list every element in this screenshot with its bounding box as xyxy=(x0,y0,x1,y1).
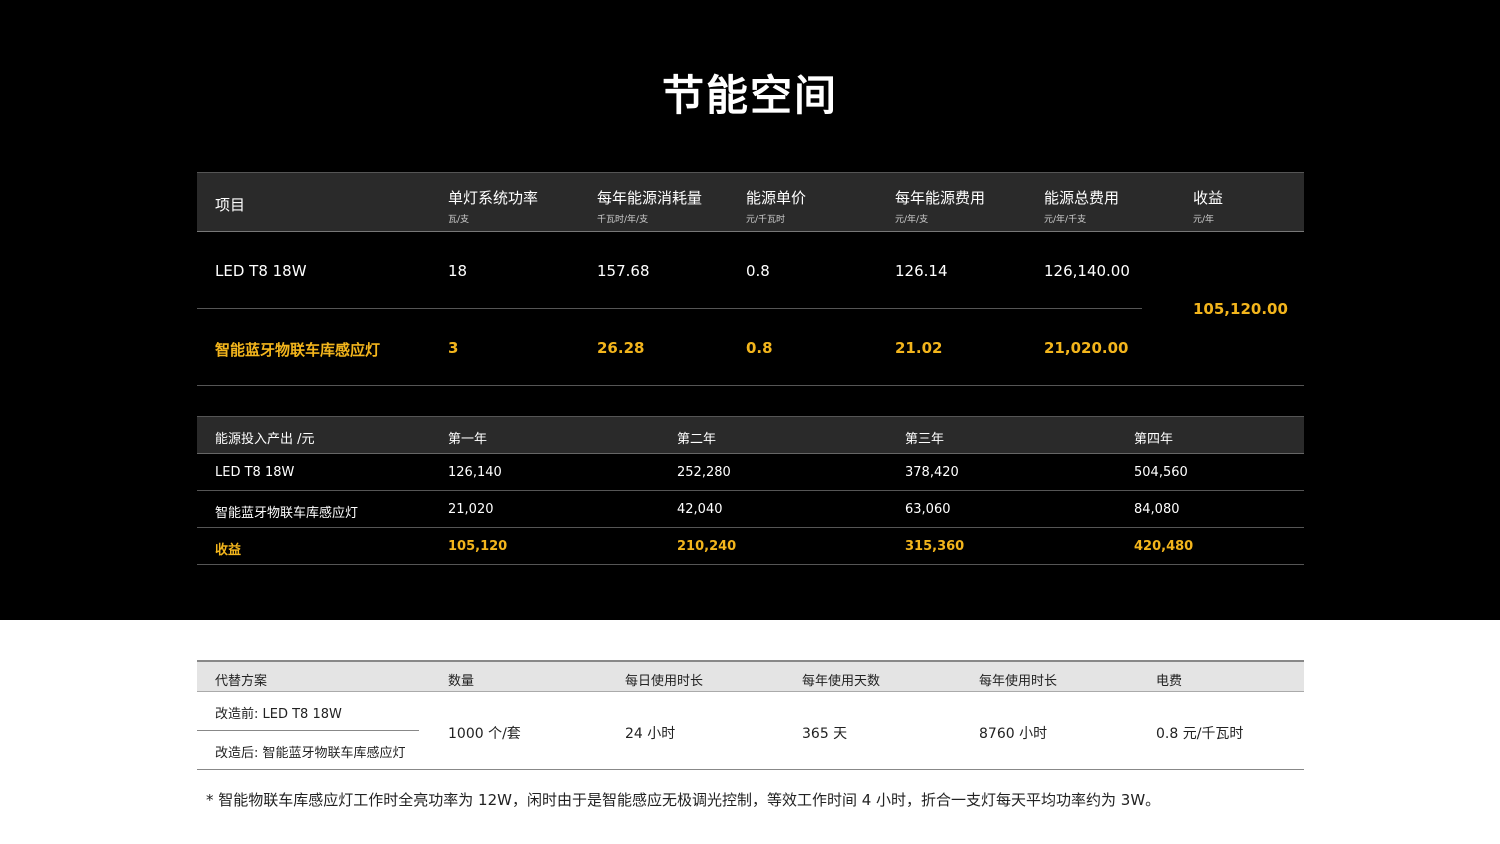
before-label: 改造前: LED T8 18W xyxy=(215,707,342,722)
row-year1: 126,140 xyxy=(448,465,502,480)
row-year3: 315,360 xyxy=(905,539,965,554)
row-year3: 378,420 xyxy=(905,465,959,480)
row-year2: 252,280 xyxy=(677,465,731,480)
table-header: 能源投入产出 /元 第一年 第二年 第三年 第四年 xyxy=(197,416,1304,454)
header-cell: 每年使用天数 xyxy=(802,674,881,689)
row-total-cost: 21,020.00 xyxy=(1044,339,1129,357)
replacement-plan-table: 代替方案 数量 每日使用时长 每年使用天数 每年使用时长 电费 改造前: LED… xyxy=(197,660,1304,770)
header-cell: 每年能源消耗量 千瓦时/年/支 xyxy=(597,189,703,225)
row-year2: 210,240 xyxy=(677,539,737,554)
row-item: 智能蓝牙物联车库感应灯 xyxy=(215,341,381,359)
row-year1: 105,120 xyxy=(448,539,508,554)
benefit-value: 105,120.00 xyxy=(1193,300,1288,318)
row-label: 智能蓝牙物联车库感应灯 xyxy=(215,506,359,521)
energy-io-table: 能源投入产出 /元 第一年 第二年 第三年 第四年 LED T8 18W 126… xyxy=(197,416,1304,565)
row-consumption: 157.68 xyxy=(597,262,650,280)
row-consumption: 26.28 xyxy=(597,339,645,357)
row-year2: 42,040 xyxy=(677,502,723,517)
footnote: * 智能物联车库感应灯工作时全亮功率为 12W，闲时由于是智能感应无极调光控制，… xyxy=(206,791,1161,809)
header-cell: 能源单价 元/千瓦时 xyxy=(746,189,807,225)
table-row-highlight: 智能蓝牙物联车库感应灯 3 26.28 0.8 21.02 21,020.00 xyxy=(197,309,1304,386)
row-power: 18 xyxy=(448,262,468,280)
table-row-highlight: 收益 105,120 210,240 315,360 420,480 xyxy=(197,528,1304,565)
electricity-value: 0.8 元/千瓦时 xyxy=(1156,726,1244,742)
row-price: 0.8 xyxy=(746,339,773,357)
table-header: 代替方案 数量 每日使用时长 每年使用天数 每年使用时长 电费 xyxy=(197,660,1304,692)
row-label: LED T8 18W xyxy=(215,465,295,480)
header-cell: 收益 元/年 xyxy=(1193,189,1224,225)
quantity-value: 1000 个/套 xyxy=(448,726,521,742)
row-year3: 63,060 xyxy=(905,502,951,517)
annual-days-value: 365 天 xyxy=(802,726,848,742)
header-cell: 能源投入产出 /元 xyxy=(215,432,315,447)
header-cell: 第一年 xyxy=(448,432,488,447)
header-cell: 电费 xyxy=(1156,674,1183,689)
header-cell: 每日使用时长 xyxy=(625,674,704,689)
table-row: LED T8 18W 126,140 252,280 378,420 504,5… xyxy=(197,454,1304,491)
energy-comparison-table: 项目 单灯系统功率 瓦/支 每年能源消耗量 千瓦时/年/支 能源单价 元/千瓦时 每年… xyxy=(197,172,1304,386)
header-cell: 单灯系统功率 瓦/支 xyxy=(448,189,539,225)
row-year4: 84,080 xyxy=(1134,502,1180,517)
row-annual-cost: 21.02 xyxy=(895,339,943,357)
row-year4: 504,560 xyxy=(1134,465,1188,480)
daily-hours-value: 24 小时 xyxy=(625,726,676,742)
row-total-cost: 126,140.00 xyxy=(1044,262,1130,280)
row-price: 0.8 xyxy=(746,262,770,280)
header-cell: 第二年 xyxy=(677,432,717,447)
header-cell: 第四年 xyxy=(1134,432,1174,447)
after-label: 改造后: 智能蓝牙物联车库感应灯 xyxy=(215,746,406,761)
before-row: 改造前: LED T8 18W xyxy=(197,692,419,731)
row-label: 收益 xyxy=(215,543,242,558)
header-cell: 代替方案 xyxy=(215,674,268,689)
row-annual-cost: 126.14 xyxy=(895,262,948,280)
header-cell: 数量 xyxy=(448,674,475,689)
table-row: LED T8 18W 18 157.68 0.8 126.14 126,140.… xyxy=(197,232,1142,309)
page-title: 节能空间 xyxy=(661,71,838,120)
table-row: 智能蓝牙物联车库感应灯 21,020 42,040 63,060 84,080 xyxy=(197,491,1304,528)
row-item: LED T8 18W xyxy=(215,262,307,280)
header-cell: 每年使用时长 xyxy=(979,674,1058,689)
row-year1: 21,020 xyxy=(448,502,494,517)
table-header: 项目 单灯系统功率 瓦/支 每年能源消耗量 千瓦时/年/支 能源单价 元/千瓦时 每年… xyxy=(197,172,1304,232)
after-row: 改造后: 智能蓝牙物联车库感应灯 xyxy=(197,731,419,770)
row-year4: 420,480 xyxy=(1134,539,1194,554)
annual-hours-value: 8760 小时 xyxy=(979,726,1048,742)
header-cell: 项目 xyxy=(215,196,246,214)
table-body: 改造前: LED T8 18W 改造后: 智能蓝牙物联车库感应灯 1000 个/… xyxy=(197,692,1304,770)
dark-section: 节能空间 项目 单灯系统功率 瓦/支 每年能源消耗量 千瓦时/年/支 能源单价 元/千… xyxy=(0,0,1500,620)
row-power: 3 xyxy=(448,339,459,357)
header-cell: 第三年 xyxy=(905,432,945,447)
header-cell: 能源总费用 元/年/千支 xyxy=(1044,189,1120,225)
header-cell: 每年能源费用 元/年/支 xyxy=(895,189,986,225)
table-divider xyxy=(197,385,1304,386)
